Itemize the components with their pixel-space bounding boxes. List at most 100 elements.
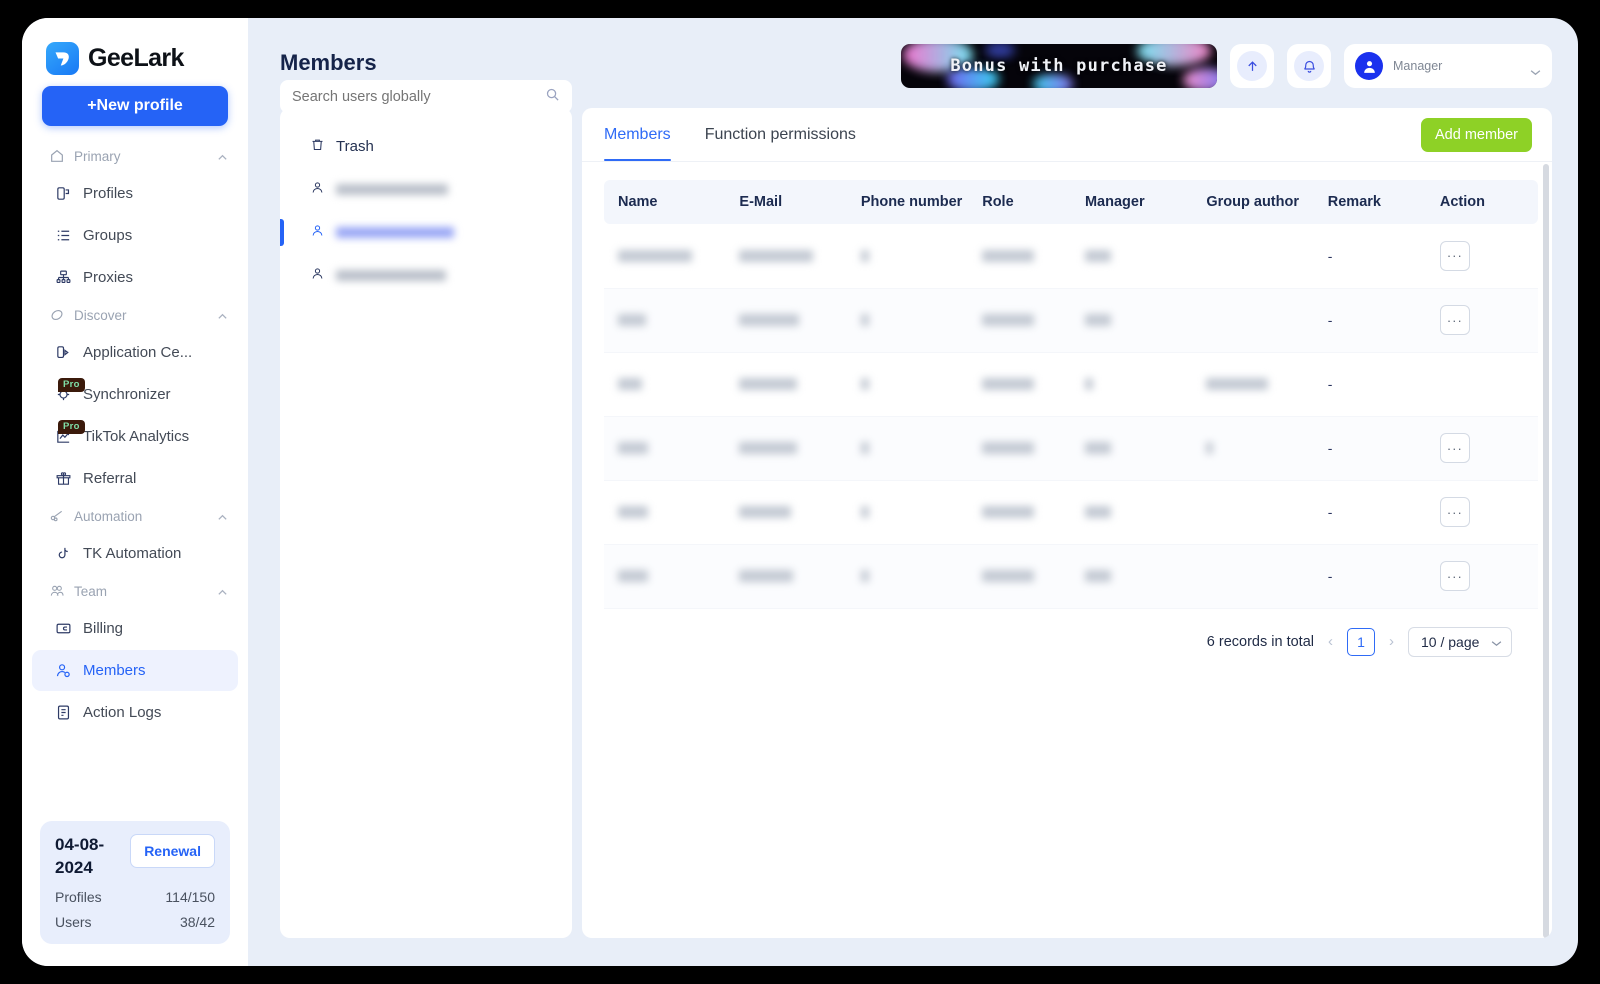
plan-row-value: 114/150 — [165, 889, 215, 905]
column-header-group-author[interactable]: Group author — [1192, 180, 1314, 224]
column-header-email[interactable]: E-Mail — [725, 180, 847, 224]
members-table: Name E-Mail Phone number Role Manager Gr… — [604, 180, 1538, 609]
user-icon — [310, 223, 325, 242]
sidebar-item-tk-automation[interactable]: TK Automation — [32, 533, 238, 574]
user-icon — [310, 266, 325, 285]
groups-icon — [54, 227, 72, 245]
sidebar-group-discover[interactable]: Discover — [22, 299, 248, 331]
cell-email — [725, 480, 847, 545]
add-member-button[interactable]: Add member — [1420, 117, 1532, 152]
profiles-icon — [54, 185, 72, 203]
gift-icon — [54, 470, 72, 488]
chevron-up-icon — [217, 511, 228, 522]
cell-group-author — [1192, 352, 1314, 417]
cell-manager — [1070, 480, 1193, 545]
renewal-button[interactable]: Renewal — [130, 834, 215, 869]
cell-name — [604, 352, 726, 417]
cell-phone — [846, 544, 969, 609]
home-icon — [48, 148, 65, 165]
cell-manager — [1070, 352, 1193, 417]
geelark-logo-icon — [46, 41, 79, 75]
search-input[interactable] — [292, 88, 545, 105]
user-icon — [310, 180, 325, 199]
sidebar-group-primary[interactable]: Primary — [22, 140, 248, 172]
column-header-phone-number[interactable]: Phone number — [846, 180, 969, 224]
list-item[interactable] — [280, 168, 572, 211]
row-actions-button[interactable]: ··· — [1439, 433, 1470, 463]
pro-badge: Pro — [58, 420, 85, 434]
cell-name — [604, 544, 726, 609]
column-header-name[interactable]: Name — [604, 180, 726, 224]
list-item[interactable] — [280, 211, 572, 254]
cell-manager — [1070, 544, 1193, 609]
sidebar-item-billing[interactable]: Billing — [32, 608, 238, 649]
column-header-remark[interactable]: Remark — [1313, 180, 1426, 224]
table-row[interactable]: - ··· — [604, 224, 1538, 289]
page-number-1[interactable]: 1 — [1347, 627, 1375, 656]
user-menu[interactable]: Manager — [1344, 44, 1552, 88]
cell-email — [725, 224, 847, 289]
plan-row-users: Users 38/42 — [55, 914, 215, 930]
cell-role — [968, 480, 1071, 545]
list-item[interactable] — [280, 254, 572, 297]
scrollbar-thumb[interactable] — [1543, 164, 1549, 938]
users-list-panel: Trash — [280, 108, 572, 938]
table-scrollbar[interactable] — [1543, 164, 1549, 938]
application-center-icon — [54, 344, 72, 362]
row-actions-button[interactable]: ··· — [1439, 561, 1470, 591]
table-row[interactable]: - ··· — [604, 416, 1538, 481]
cell-action — [1425, 352, 1538, 417]
prev-page-button[interactable]: ‹ — [1326, 633, 1335, 650]
cell-phone — [846, 480, 969, 545]
tiktok-icon — [54, 545, 72, 563]
row-actions-button[interactable]: ··· — [1439, 240, 1470, 271]
chevron-up-icon — [217, 310, 228, 321]
sidebar-item-synchronizer[interactable]: Synchronizer Pro — [32, 374, 238, 415]
row-actions-button[interactable]: ··· — [1439, 305, 1470, 335]
content: Trash Members Function permissions Add m… — [280, 108, 1552, 938]
plan-expiry-date: 04-08-2024 — [55, 835, 105, 878]
sidebar-group-automation[interactable]: Automation — [22, 500, 248, 532]
sidebar-item-application-center[interactable]: Application Ce... — [32, 332, 238, 373]
promo-banner-text: Bonus with purchase — [950, 56, 1168, 76]
sidebar-item-proxies[interactable]: Proxies — [32, 257, 238, 298]
sidebar-item-profiles[interactable]: Profiles — [32, 173, 238, 214]
sidebar-item-groups[interactable]: Groups — [32, 215, 238, 256]
notifications-button[interactable] — [1287, 44, 1331, 88]
list-item-label: Trash — [336, 138, 374, 155]
promo-banner[interactable]: Bonus with purchase — [901, 44, 1217, 88]
sidebar-item-tiktok-analytics[interactable]: TikTok Analytics Pro — [32, 416, 238, 457]
cell-group-author — [1192, 480, 1314, 545]
members-icon — [54, 662, 72, 680]
tab-members[interactable]: Members — [604, 108, 671, 161]
table-row[interactable]: - ··· — [604, 288, 1538, 353]
column-header-action[interactable]: Action — [1425, 180, 1538, 224]
cell-group-author — [1192, 288, 1314, 353]
cell-role — [968, 352, 1071, 417]
sidebar-group-team[interactable]: Team — [22, 575, 248, 607]
cell-name — [604, 480, 726, 545]
table-row[interactable]: - ··· — [604, 480, 1538, 545]
column-header-manager[interactable]: Manager — [1070, 180, 1193, 224]
upgrade-button[interactable] — [1230, 44, 1274, 88]
next-page-button[interactable]: › — [1387, 633, 1396, 650]
cell-name — [604, 416, 726, 481]
page-size-select[interactable]: 10 / page — [1408, 626, 1512, 657]
team-icon — [48, 583, 65, 600]
sidebar-item-label: TikTok Analytics — [83, 428, 190, 445]
table-row[interactable]: - ··· — [604, 544, 1538, 609]
action-logs-icon — [54, 704, 72, 722]
sidebar-item-action-logs[interactable]: Action Logs — [32, 692, 238, 733]
table-row[interactable]: - — [604, 352, 1538, 417]
sidebar-item-referral[interactable]: Referral — [32, 458, 238, 499]
cell-email — [725, 416, 847, 481]
bell-icon — [1294, 51, 1324, 81]
plan-row-value: 38/42 — [179, 914, 215, 930]
new-profile-button[interactable]: +New profile — [42, 86, 228, 126]
table-header-row: Name E-Mail Phone number Role Manager Gr… — [604, 180, 1538, 224]
list-item-trash[interactable]: Trash — [280, 125, 572, 168]
column-header-role[interactable]: Role — [968, 180, 1071, 224]
tab-function-permissions[interactable]: Function permissions — [705, 108, 856, 161]
sidebar-item-members[interactable]: Members — [32, 650, 238, 691]
row-actions-button[interactable]: ··· — [1439, 497, 1470, 527]
